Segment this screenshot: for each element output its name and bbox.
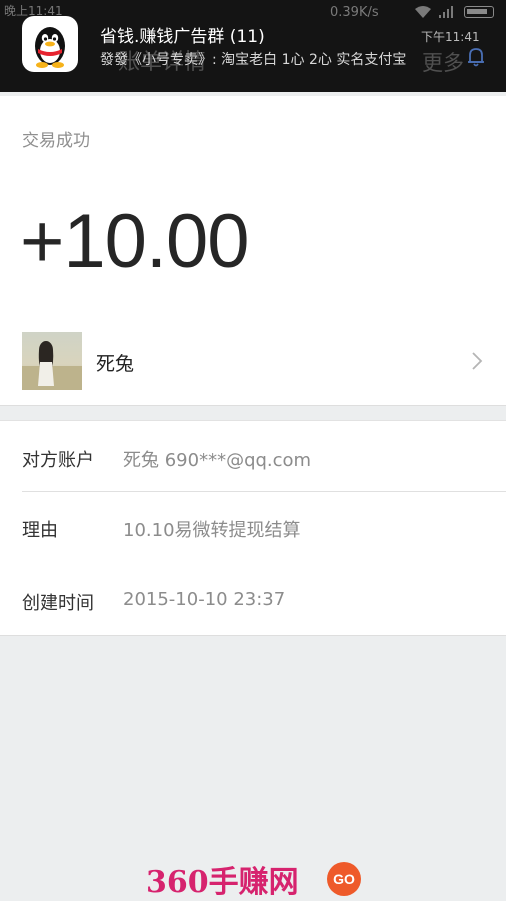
battery-icon [464,6,494,18]
watermark-logo: 360手赚网 [146,865,299,900]
detail-row-account: 对方账户 死兔 690***@qq.com [0,446,506,506]
detail-value: 10.10易微转提现结算 [123,520,301,541]
avatar [22,332,82,390]
detail-label: 创建时间 [22,593,94,614]
detail-label: 理由 [22,520,58,541]
detail-row-reason: 理由 10.10易微转提现结算 [0,516,506,576]
qq-penguin-icon [22,16,78,72]
notification-title: 省钱.赚钱广告群 (11) [100,27,265,47]
transaction-status: 交易成功 [22,131,90,151]
detail-value: 2015-10-10 23:37 [123,589,286,610]
bell-icon [468,48,484,67]
counterparty-name: 死兔 [96,353,135,375]
transaction-amount: +10.00 [20,199,250,284]
detail-value: 死兔 690***@qq.com [123,450,312,471]
notification-overlay[interactable]: 账单详情 更多 晚上11:41 0.39K/s 省钱.赚钱广告群 (11) 下午… [0,0,506,92]
network-speed: 0.39K/s [330,5,379,20]
notification-text: 發發《小号专卖》: 淘宝老白 1心 2心 实名支付宝 [100,52,407,68]
counterparty-row[interactable]: 死兔 [0,332,506,392]
divider [22,491,506,492]
detail-label: 对方账户 [22,450,94,471]
notification-time: 下午11:41 [421,30,480,44]
wifi-icon [415,6,431,18]
signal-icon [439,6,453,18]
more-button[interactable]: 更多 [422,47,464,77]
transaction-card: 交易成功 +10.00 死兔 [0,96,506,406]
detail-row-created-time: 创建时间 2015-10-10 23:37 [0,589,506,649]
chevron-right-icon [472,352,483,370]
watermark-badge: GO [327,862,361,896]
